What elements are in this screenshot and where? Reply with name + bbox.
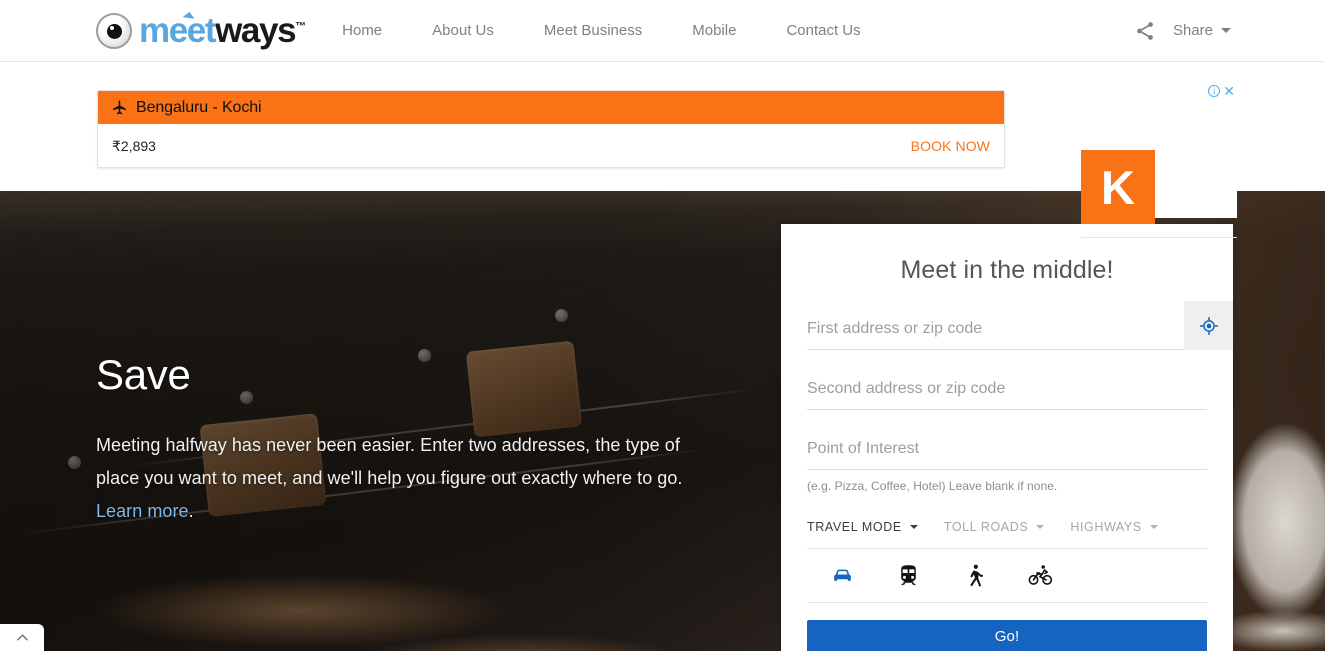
first-address-row [807,301,1233,350]
travel-mode-label: TRAVEL MODE [807,520,902,534]
chevron-down-icon [909,525,918,529]
logo-text-meet: meet [139,11,217,50]
bicycle-icon [1028,564,1052,585]
logo-text-ways: ways [215,11,296,50]
form-options-row: TRAVEL MODE TOLL ROADS HIGHWAYS [807,520,1207,549]
close-icon[interactable]: ✕ [1223,84,1235,98]
crosshair-location-icon [1199,316,1218,335]
square-ad[interactable]: i ✕ K [1081,84,1237,224]
airplane-icon [113,100,126,115]
walk-icon [969,564,983,586]
flight-ad-banner[interactable]: Bengaluru - Kochi ₹2,893 BOOK NOW [97,90,1005,168]
ad-divider [1081,237,1237,238]
travel-mode-transit-button[interactable] [895,562,921,588]
travel-mode-selector [807,549,1207,603]
nav-item-contact-us[interactable]: Contact Us [786,22,860,39]
highways-label: HIGHWAYS [1070,520,1142,534]
share-label: Share [1172,22,1213,39]
nav-item-home[interactable]: Home [342,22,382,39]
scroll-to-top-button[interactable] [0,624,44,651]
second-address-row [807,368,1207,410]
flight-ad-route: Bengaluru - Kochi [136,98,262,116]
chevron-up-icon [16,634,28,641]
travel-mode-driving-button[interactable] [829,562,855,588]
nav-item-mobile[interactable]: Mobile [692,22,736,39]
advertisement-region: Bengaluru - Kochi ₹2,893 BOOK NOW i ✕ K [0,62,1325,238]
travel-mode-bicycling-button[interactable] [1027,562,1053,588]
hero-description-tail: . [188,500,194,521]
travel-mode-walking-button[interactable] [961,562,987,588]
hero-title: Save [96,351,191,398]
highways-dropdown[interactable]: HIGHWAYS [1070,520,1158,534]
toll-roads-label: TOLL ROADS [943,520,1029,534]
share-menu-button[interactable]: Share [1134,20,1231,42]
site-header: meetways™ Home About Us Meet Business Mo… [0,0,1325,62]
point-of-interest-input[interactable] [807,428,1207,469]
chevron-down-icon [1149,525,1158,529]
logo-trademark: ™ [295,20,307,33]
share-icon [1137,21,1153,40]
meet-in-the-middle-form: Meet in the middle! (e.g. Pizza, Coffee,… [781,224,1233,651]
site-logo[interactable]: meetways™ [96,8,306,54]
first-address-input[interactable] [807,308,1157,349]
chevron-down-icon [1036,525,1045,529]
toll-roads-dropdown[interactable]: TOLL ROADS [944,520,1045,534]
hero-copy: Save Meeting halfway has never been easi… [96,354,696,527]
hero-description-text: Meeting halfway has never been easier. E… [96,435,683,488]
square-ad-logo: K [1081,150,1155,224]
flight-ad-footer: ₹2,893 BOOK NOW [98,124,1004,167]
form-title: Meet in the middle! [900,256,1114,284]
travel-mode-dropdown[interactable]: TRAVEL MODE [807,520,918,534]
flight-ad-price: ₹2,893 [112,137,156,154]
go-submit-button[interactable]: Go! [807,620,1207,651]
nav-item-about-us[interactable]: About Us [432,22,494,39]
book-now-button[interactable]: BOOK NOW [911,138,990,154]
main-navigation: Home About Us Meet Business Mobile Conta… [342,22,886,39]
adchoices-controls: i ✕ [1208,84,1235,98]
car-icon [833,569,851,581]
second-address-input[interactable] [807,368,1207,409]
eye-icon [96,12,132,49]
learn-more-link[interactable]: Learn more [96,501,189,521]
info-icon[interactable]: i [1208,85,1221,97]
point-of-interest-row [807,428,1207,470]
page-root: meetways™ Home About Us Meet Business Mo… [0,0,1325,651]
logo-wordmark: meetways™ [139,11,307,50]
caret-down-icon [1221,28,1231,33]
geolocate-button[interactable] [1184,301,1233,350]
flight-ad-header: Bengaluru - Kochi [98,91,1004,124]
point-of-interest-hint: (e.g. Pizza, Coffee, Hotel) Leave blank … [807,479,1058,493]
train-icon [900,564,916,585]
nav-item-meet-business[interactable]: Meet Business [544,22,642,39]
hero-description: Meeting halfway has never been easier. E… [96,429,696,527]
